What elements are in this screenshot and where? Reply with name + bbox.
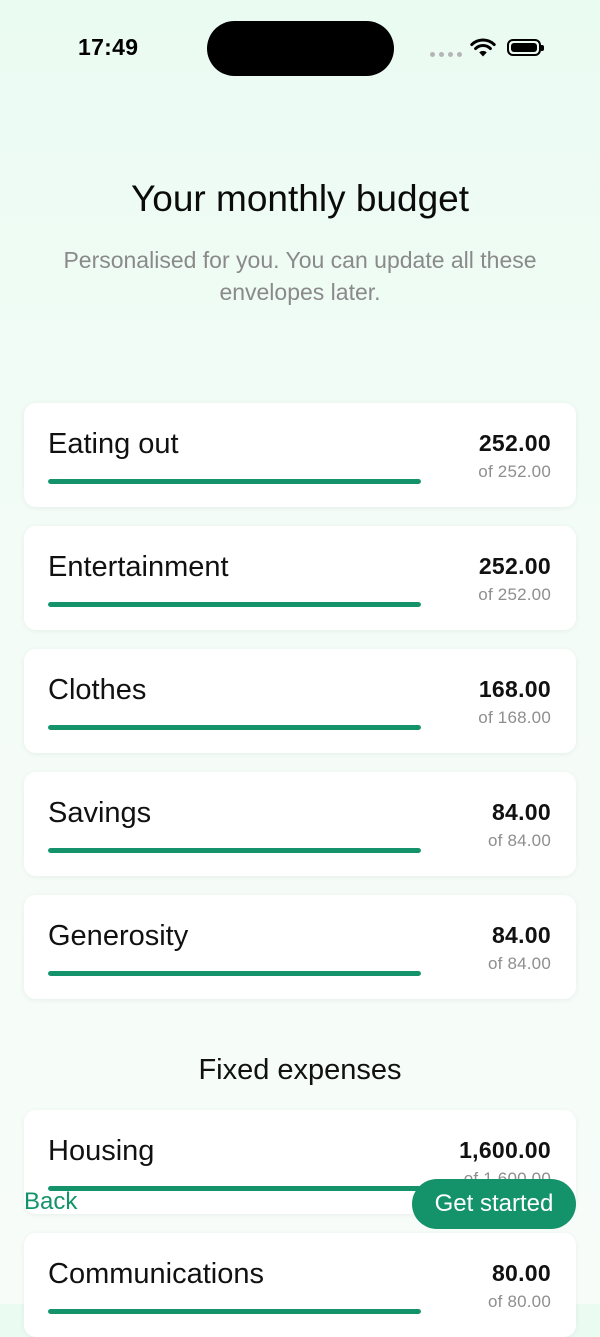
envelope-progress-bar <box>48 848 421 853</box>
envelope-progress-bar <box>48 602 421 607</box>
envelope-name: Communications <box>48 1258 264 1290</box>
envelope-name: Generosity <box>48 920 189 952</box>
back-button[interactable]: Back <box>24 1188 77 1216</box>
envelope-total: of 252.00 <box>478 462 551 481</box>
envelope-name: Eating out <box>48 428 179 460</box>
envelope-name: Savings <box>48 797 152 829</box>
envelope-card-clothes[interactable]: Clothes 168.00 of 168.00 <box>24 649 576 753</box>
envelope-total: of 84.00 <box>487 954 551 973</box>
get-started-button[interactable]: Get started <box>412 1179 576 1229</box>
envelope-card-generosity[interactable]: Generosity 84.00 of 84.00 <box>24 895 576 999</box>
envelope-progress-fill <box>48 1309 421 1314</box>
envelope-amount: 252.00 <box>478 553 551 579</box>
envelope-progress-bar <box>48 971 421 976</box>
envelope-amount: 252.00 <box>478 430 551 456</box>
envelope-progress-fill <box>48 848 421 853</box>
envelope-name: Entertainment <box>48 551 229 583</box>
envelope-amount: 1,600.00 <box>459 1137 551 1163</box>
status-bar: 17:49 <box>0 0 600 96</box>
envelope-progress-fill <box>48 479 421 484</box>
dynamic-island <box>207 21 394 76</box>
page-subtitle: Personalised for you. You can update all… <box>63 247 537 305</box>
envelope-total: of 252.00 <box>478 585 551 604</box>
envelope-card-communications[interactable]: Communications 80.00 of 80.00 <box>24 1233 576 1337</box>
envelope-amount: 84.00 <box>491 922 551 948</box>
envelope-progress-fill <box>48 602 421 607</box>
envelope-progress-bar <box>48 1309 421 1314</box>
envelope-amount: 168.00 <box>478 676 551 702</box>
envelope-progress-bar <box>48 725 421 730</box>
envelope-card-entertainment[interactable]: Entertainment 252.00 of 252.00 <box>24 526 576 630</box>
envelope-progress-fill <box>48 971 421 976</box>
envelope-card-savings[interactable]: Savings 84.00 of 84.00 <box>24 772 576 876</box>
envelope-progress-fill <box>48 725 421 730</box>
envelope-name: Clothes <box>48 674 147 706</box>
envelope-progress-bar <box>48 1186 421 1191</box>
envelope-total: of 80.00 <box>487 1292 551 1311</box>
envelope-total: of 84.00 <box>487 831 551 850</box>
envelope-card-eating-out[interactable]: Eating out 252.00 of 252.00 <box>24 403 576 507</box>
envelope-amount: 80.00 <box>491 1260 551 1286</box>
cellular-signal-icon <box>430 52 462 57</box>
page-title: Your monthly budget <box>130 178 470 219</box>
envelope-name: Housing <box>48 1135 155 1167</box>
envelope-progress-bar <box>48 479 421 484</box>
status-time: 17:49 <box>78 34 139 60</box>
wifi-icon <box>470 38 496 57</box>
envelope-total: of 168.00 <box>478 708 551 727</box>
battery-icon <box>507 39 544 56</box>
envelope-amount: 84.00 <box>491 799 551 825</box>
envelope-progress-fill <box>48 1186 421 1191</box>
fixed-expenses-heading: Fixed expenses <box>198 1054 402 1086</box>
